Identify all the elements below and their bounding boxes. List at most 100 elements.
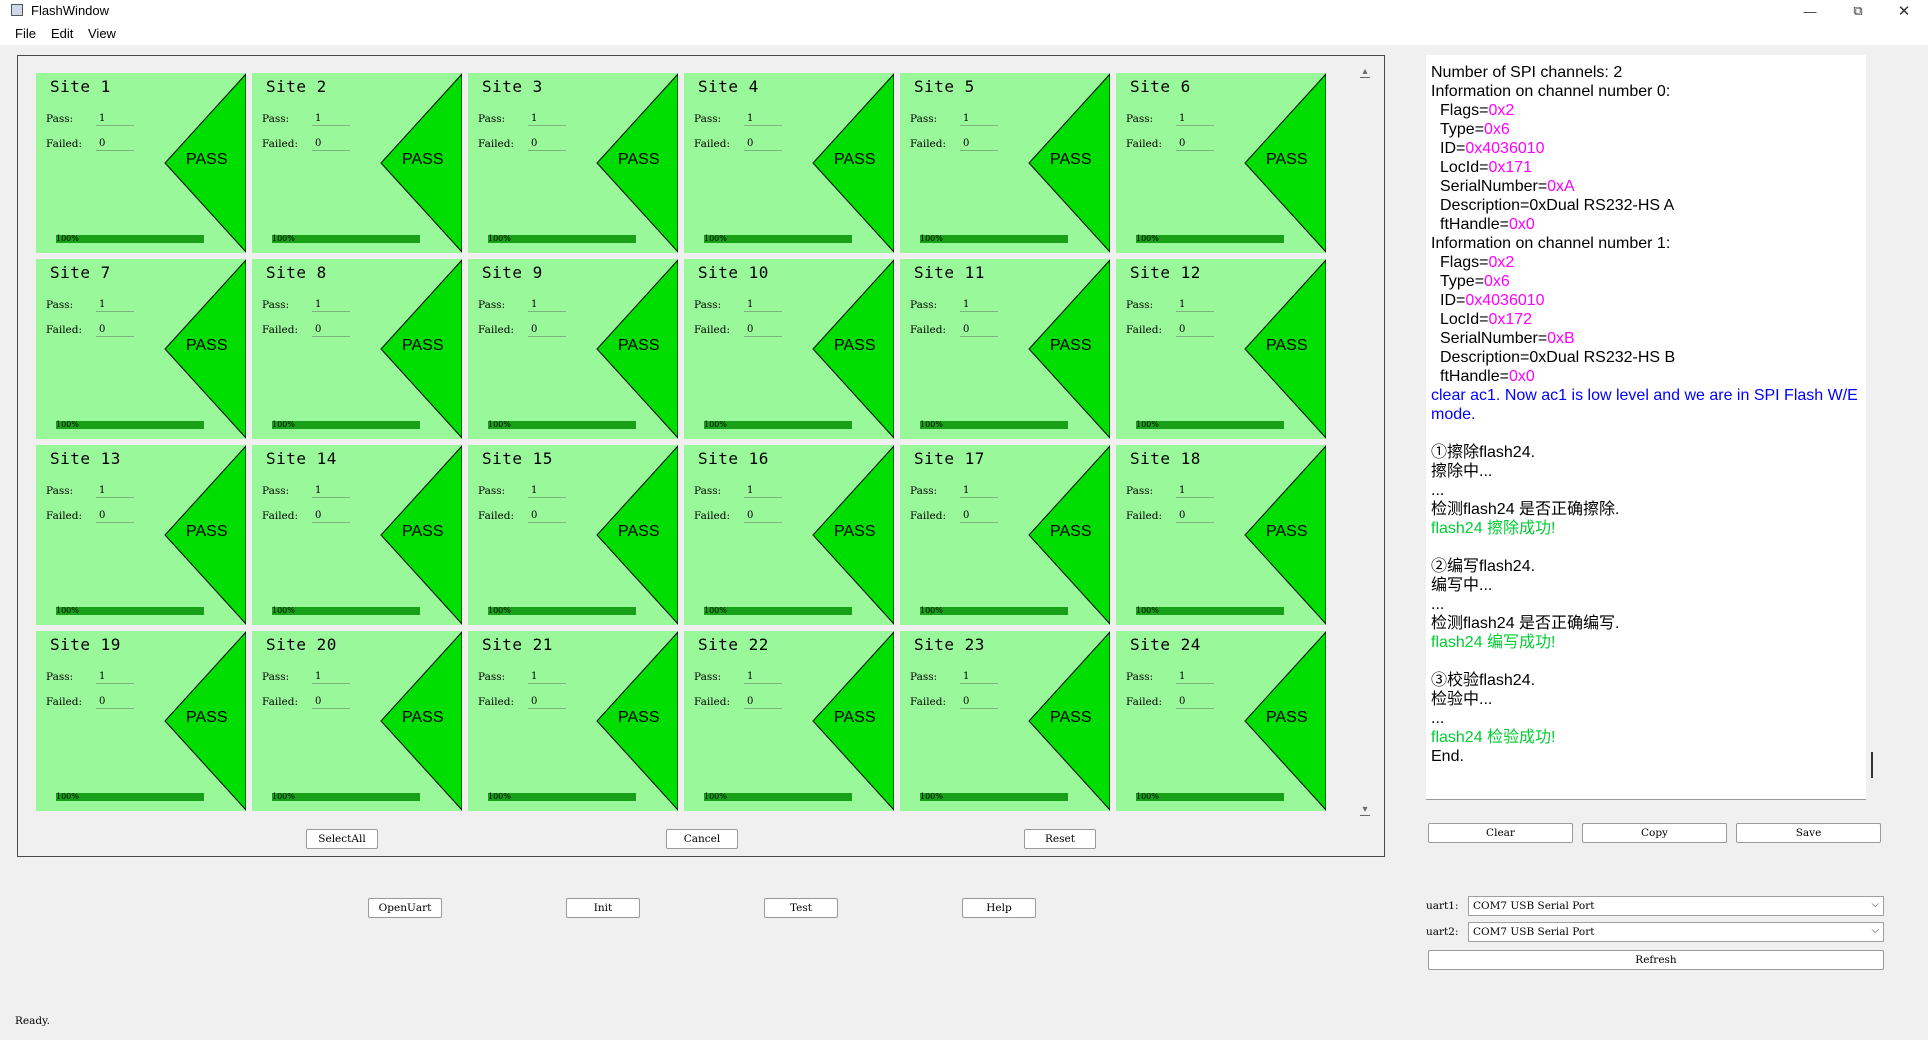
save-button[interactable]: Save [1736, 823, 1881, 843]
site-tile[interactable]: Site 9 Pass: 1 Failed: 0 PASS 100% [468, 259, 678, 439]
site-tile[interactable]: Site 15 Pass: 1 Failed: 0 PASS 100% [468, 445, 678, 625]
failed-count: 0 [960, 509, 998, 523]
site-title: Site 19 [50, 635, 121, 654]
progress-percent: 100% [488, 234, 511, 243]
failed-label: Failed: [910, 696, 947, 708]
status-label: PASS [834, 709, 876, 726]
site-tile[interactable]: Site 10 Pass: 1 Failed: 0 PASS 100% [684, 259, 894, 439]
site-tile[interactable]: Site 6 Pass: 1 Failed: 0 PASS 100% [1116, 73, 1326, 253]
failed-label: Failed: [46, 696, 83, 708]
log-line: ID=0x4036010 [1426, 291, 1866, 310]
scroll-up-icon[interactable]: ▴ [1360, 67, 1370, 78]
failed-count: 0 [1176, 137, 1214, 151]
log-value: 0xB [1547, 330, 1575, 347]
status-label: PASS [402, 151, 444, 168]
site-tile[interactable]: Site 16 Pass: 1 Failed: 0 PASS 100% [684, 445, 894, 625]
site-tile[interactable]: Site 17 Pass: 1 Failed: 0 PASS 100% [900, 445, 1110, 625]
title-bar: FlashWindow — ⧉ ✕ [0, 0, 1928, 22]
site-tile[interactable]: Site 24 Pass: 1 Failed: 0 PASS 100% [1116, 631, 1326, 811]
site-tile[interactable]: Site 12 Pass: 1 Failed: 0 PASS 100% [1116, 259, 1326, 439]
failed-label: Failed: [478, 510, 515, 522]
site-title: Site 11 [914, 263, 985, 282]
uart1-select[interactable]: COM7 USB Serial Port ⌵ [1468, 896, 1884, 916]
pass-count: 1 [1176, 484, 1214, 498]
log-line: Type=0x6 [1426, 272, 1866, 291]
uart2-select[interactable]: COM7 USB Serial Port ⌵ [1468, 922, 1884, 942]
status-label: PASS [1266, 151, 1308, 168]
log-output[interactable]: Number of SPI channels: 2 Information on … [1426, 55, 1866, 800]
scroll-down-icon[interactable]: ▾ [1360, 805, 1370, 816]
site-tile[interactable]: Site 4 Pass: 1 Failed: 0 PASS 100% [684, 73, 894, 253]
progress-percent: 100% [704, 606, 727, 615]
site-title: Site 13 [50, 449, 121, 468]
failed-count: 0 [96, 137, 134, 151]
site-tile[interactable]: Site 20 Pass: 1 Failed: 0 PASS 100% [252, 631, 462, 811]
failed-count: 0 [528, 509, 566, 523]
site-tile[interactable]: Site 19 Pass: 1 Failed: 0 PASS 100% [36, 631, 246, 811]
site-title: Site 3 [482, 77, 543, 96]
failed-label: Failed: [1126, 324, 1163, 336]
clear-button[interactable]: Clear [1428, 823, 1573, 843]
failed-label: Failed: [1126, 696, 1163, 708]
site-tile[interactable]: Site 18 Pass: 1 Failed: 0 PASS 100% [1116, 445, 1326, 625]
copy-button[interactable]: Copy [1582, 823, 1727, 843]
open-uart-button[interactable]: OpenUart [368, 898, 442, 918]
log-value: 0x0 [1508, 368, 1535, 385]
site-title: Site 24 [1130, 635, 1201, 654]
site-tile[interactable]: Site 2 Pass: 1 Failed: 0 PASS 100% [252, 73, 462, 253]
failed-count: 0 [960, 695, 998, 709]
site-tile[interactable]: Site 22 Pass: 1 Failed: 0 PASS 100% [684, 631, 894, 811]
failed-label: Failed: [46, 138, 83, 150]
pass-count: 1 [312, 484, 350, 498]
site-tile[interactable]: Site 7 Pass: 1 Failed: 0 PASS 100% [36, 259, 246, 439]
pass-count: 1 [960, 484, 998, 498]
status-label: PASS [186, 523, 228, 540]
menu-edit[interactable]: Edit [51, 26, 73, 41]
select-all-button[interactable]: SelectAll [306, 829, 378, 849]
status-label: PASS [186, 151, 228, 168]
site-tile[interactable]: Site 5 Pass: 1 Failed: 0 PASS 100% [900, 73, 1110, 253]
test-button[interactable]: Test [764, 898, 838, 918]
failed-label: Failed: [694, 138, 731, 150]
failed-count: 0 [1176, 323, 1214, 337]
init-button[interactable]: Init [566, 898, 640, 918]
log-scroll-thumb[interactable] [1871, 752, 1873, 778]
failed-label: Failed: [262, 510, 299, 522]
status-label: PASS [834, 151, 876, 168]
site-tile[interactable]: Site 13 Pass: 1 Failed: 0 PASS 100% [36, 445, 246, 625]
help-button[interactable]: Help [962, 898, 1036, 918]
close-icon[interactable]: ✕ [1880, 0, 1928, 22]
site-tile[interactable]: Site 21 Pass: 1 Failed: 0 PASS 100% [468, 631, 678, 811]
site-tile[interactable]: Site 23 Pass: 1 Failed: 0 PASS 100% [900, 631, 1110, 811]
log-key: Type= [1440, 121, 1485, 138]
pass-count: 1 [528, 112, 566, 126]
failed-label: Failed: [478, 138, 515, 150]
restore-icon[interactable]: ⧉ [1834, 0, 1882, 22]
reset-button[interactable]: Reset [1024, 829, 1096, 849]
uart1-label: uart1: [1426, 900, 1459, 912]
site-tile[interactable]: Site 14 Pass: 1 Failed: 0 PASS 100% [252, 445, 462, 625]
minimize-icon[interactable]: — [1786, 0, 1834, 22]
status-label: PASS [402, 709, 444, 726]
site-tile[interactable]: Site 8 Pass: 1 Failed: 0 PASS 100% [252, 259, 462, 439]
status-label: PASS [618, 151, 660, 168]
site-title: Site 21 [482, 635, 553, 654]
site-tile[interactable]: Site 11 Pass: 1 Failed: 0 PASS 100% [900, 259, 1110, 439]
failed-label: Failed: [262, 324, 299, 336]
pass-label: Pass: [910, 299, 938, 311]
site-tile[interactable]: Site 1 Pass: 1 Failed: 0 PASS 100% [36, 73, 246, 253]
cancel-button[interactable]: Cancel [666, 829, 738, 849]
progress-percent: 100% [704, 234, 727, 243]
menu-file[interactable]: File [15, 26, 36, 41]
pass-count: 1 [1176, 298, 1214, 312]
log-line: 检验中... [1431, 691, 1493, 708]
refresh-button[interactable]: Refresh [1428, 950, 1884, 970]
progress-percent: 100% [1136, 606, 1159, 615]
failed-label: Failed: [46, 510, 83, 522]
menu-view[interactable]: View [88, 26, 116, 41]
log-key: LocId= [1440, 159, 1489, 176]
log-key: ID= [1440, 292, 1466, 309]
site-tile[interactable]: Site 3 Pass: 1 Failed: 0 PASS 100% [468, 73, 678, 253]
